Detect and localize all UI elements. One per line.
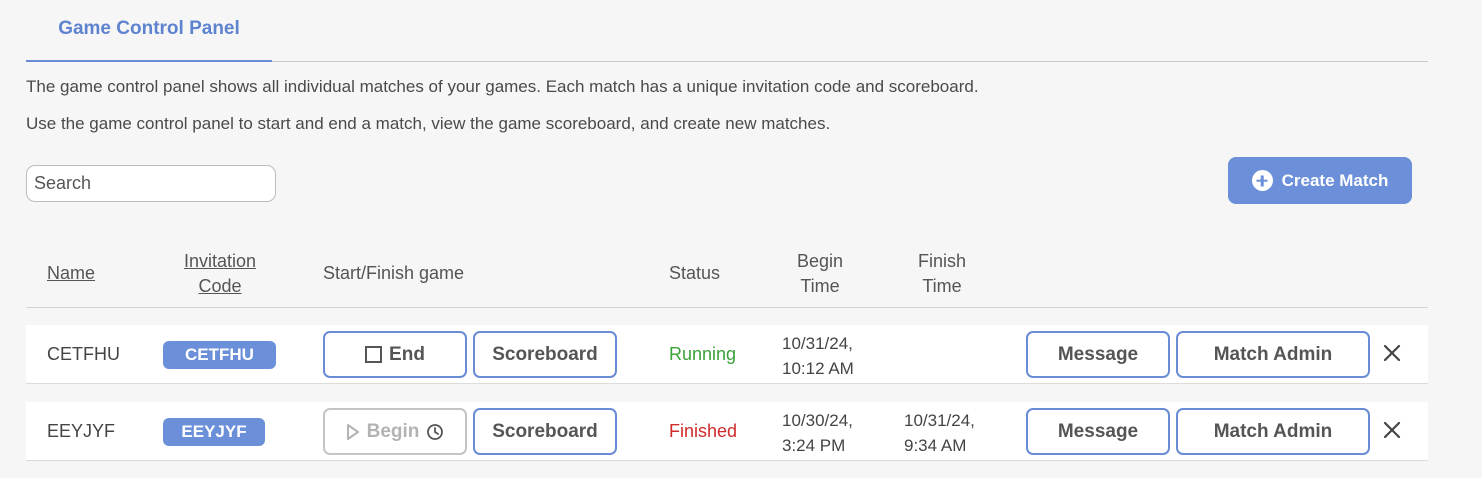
column-header-begin-time-line2: Time — [800, 276, 840, 296]
column-header-invitation-code-line2: Code — [198, 276, 242, 296]
begin-button-label: Begin — [366, 420, 420, 442]
table-row: CETFHU CETFHU End Scoreboard Running 10/… — [26, 325, 1428, 384]
column-header-name[interactable]: Name — [47, 261, 95, 286]
match-admin-button[interactable]: Match Admin — [1176, 331, 1370, 378]
begin-time: 10/31/24, 10:12 AM — [782, 331, 854, 381]
create-match-button[interactable]: Create Match — [1228, 157, 1412, 204]
description-line-1: The game control panel shows all individ… — [26, 77, 979, 96]
create-match-label: Create Match — [1281, 170, 1389, 190]
status-text: Finished — [669, 421, 738, 441]
tab-game-control-panel[interactable]: Game Control Panel — [26, 0, 272, 62]
end-button[interactable]: End — [323, 331, 467, 378]
column-header-begin-time: Begin Time — [780, 249, 860, 299]
begin-time-date: 10/30/24, — [782, 411, 853, 430]
begin-time-clock: 10:12 AM — [782, 359, 854, 378]
finish-time-clock: 9:34 AM — [904, 436, 967, 455]
column-header-invitation-code-line1: Invitation — [183, 251, 257, 271]
search-input[interactable] — [26, 165, 276, 202]
finish-time-date: 10/31/24, — [904, 411, 975, 430]
clock-icon — [427, 423, 444, 440]
column-header-start-finish: Start/Finish game — [323, 263, 465, 283]
begin-time: 10/30/24, 3:24 PM — [782, 408, 853, 458]
match-name: CETFHU — [47, 344, 120, 364]
table-row: EEYJYF EEYJYF Begin Scoreboard Finished … — [26, 402, 1428, 461]
tab-bar: Game Control Panel — [26, 0, 1428, 62]
invitation-code-badge: EEYJYF — [163, 418, 265, 446]
begin-button[interactable]: Begin — [323, 408, 467, 455]
invitation-code-badge: CETFHU — [163, 341, 276, 369]
play-icon — [346, 423, 359, 440]
finish-time: 10/31/24, 9:34 AM — [904, 408, 975, 458]
scoreboard-button[interactable]: Scoreboard — [473, 331, 617, 378]
begin-time-date: 10/31/24, — [782, 334, 853, 353]
end-button-label: End — [389, 343, 425, 365]
plus-circle-icon — [1251, 170, 1273, 191]
column-header-begin-time-line1: Begin — [796, 251, 844, 271]
match-name: EEYJYF — [47, 421, 116, 441]
status-text: Running — [669, 344, 737, 364]
column-header-invitation-code[interactable]: Invitation Code — [170, 249, 270, 299]
message-button[interactable]: Message — [1026, 331, 1170, 378]
description-line-2: Use the game control panel to start and … — [26, 114, 831, 133]
column-header-status: Status — [669, 263, 721, 283]
column-header-finish-time-line1: Finish — [917, 251, 966, 271]
message-button[interactable]: Message — [1026, 408, 1170, 455]
stop-icon — [365, 346, 383, 363]
begin-time-clock: 3:24 PM — [782, 436, 846, 455]
close-icon[interactable] — [1382, 420, 1402, 440]
column-header-finish-time: Finish Time — [902, 249, 982, 299]
header-divider — [26, 307, 1428, 308]
close-icon[interactable] — [1382, 343, 1402, 363]
match-admin-button[interactable]: Match Admin — [1176, 408, 1370, 455]
scoreboard-button[interactable]: Scoreboard — [473, 408, 617, 455]
column-header-finish-time-line2: Time — [922, 276, 962, 296]
